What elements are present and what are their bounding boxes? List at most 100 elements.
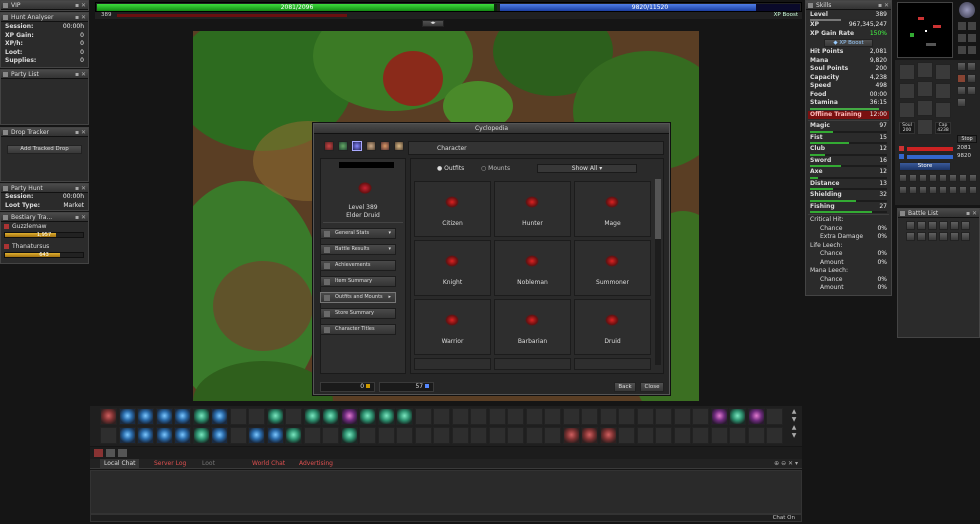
action-slot[interactable] (729, 427, 746, 444)
battle-filter-icon[interactable] (928, 221, 937, 230)
action-slot[interactable] (174, 408, 191, 425)
skills-control-icon[interactable] (899, 174, 907, 182)
battle-filter-icon[interactable] (917, 221, 926, 230)
armor-slot[interactable] (917, 81, 933, 97)
action-slot[interactable] (488, 427, 506, 444)
action-slot[interactable] (266, 408, 284, 425)
rewards-control-icon[interactable] (969, 186, 977, 194)
party-control-icon[interactable] (929, 174, 937, 182)
outfit-cell-druid[interactable]: Druid (574, 299, 651, 355)
action-slot[interactable] (285, 408, 302, 425)
floor-down-icon[interactable] (968, 34, 976, 42)
action-slot[interactable] (618, 408, 635, 425)
action-slot[interactable] (137, 408, 154, 425)
outfit-cell-partial[interactable] (494, 358, 571, 370)
action-slot[interactable] (729, 408, 746, 425)
outfit-cell-barbarian[interactable]: Barbarian (494, 299, 571, 355)
character-tab[interactable]: Character (408, 141, 664, 155)
action-slot[interactable] (303, 408, 321, 425)
action-slot[interactable] (414, 408, 432, 425)
items-tab-icon[interactable] (324, 141, 334, 151)
action-slot[interactable] (544, 408, 561, 425)
weapon-slot[interactable] (899, 83, 915, 99)
action-slot[interactable] (118, 427, 136, 444)
action-slot[interactable] (451, 427, 469, 444)
xp-boost-top-label[interactable]: XP Boost (774, 12, 798, 18)
action-slot[interactable] (192, 408, 210, 425)
action-slot[interactable] (581, 427, 598, 444)
close-icon[interactable]: ▪ ✕ (75, 213, 86, 222)
battle-filter-icon[interactable] (906, 232, 915, 241)
chat-on-button[interactable]: Chat On (773, 515, 795, 521)
help-control-icon[interactable] (959, 174, 967, 182)
action-slot[interactable] (562, 408, 580, 425)
action-slot[interactable] (433, 427, 450, 444)
action-slot[interactable] (766, 427, 783, 444)
chat-console[interactable] (90, 470, 802, 514)
battle-control-icon[interactable] (909, 174, 917, 182)
chat-tab-loot[interactable]: Loot (198, 459, 219, 468)
spells-control-icon[interactable] (939, 174, 947, 182)
action-bar-arrows[interactable]: ▲ ▼ ▲ ▼ (789, 408, 799, 442)
action-slot[interactable] (673, 408, 691, 425)
menu-achievements[interactable]: Achievements (320, 260, 396, 271)
action-slot[interactable] (211, 408, 228, 425)
action-slot[interactable] (470, 408, 487, 425)
chat-input[interactable]: Chat On (90, 514, 802, 522)
close-icon[interactable]: ▪ ✕ (878, 1, 889, 10)
action-slot[interactable] (766, 408, 783, 425)
action-slot[interactable] (710, 408, 728, 425)
close-icon[interactable]: ▪ ✕ (75, 184, 86, 193)
close-icon[interactable]: ▪ ✕ (75, 70, 86, 79)
action-slot[interactable] (488, 408, 506, 425)
action-slot[interactable] (229, 427, 247, 444)
action-slot[interactable] (155, 427, 173, 444)
defensive-mode-icon[interactable] (957, 86, 966, 95)
analytics-control-icon[interactable] (919, 186, 927, 194)
map-settings-icon[interactable] (968, 46, 976, 54)
outfits-scrollbar[interactable] (655, 179, 661, 365)
action-slot[interactable] (118, 408, 136, 425)
action-slot[interactable] (618, 427, 635, 444)
menu-outfits-and-mounts[interactable]: Outfits and Mounts ▸ (320, 292, 396, 303)
menu-battle-results[interactable]: Battle Results ▾ (320, 244, 396, 255)
action-slot[interactable] (285, 427, 302, 444)
battle-filter-icon[interactable] (917, 232, 926, 241)
battle-filter-icon[interactable] (961, 221, 970, 230)
center-icon[interactable] (958, 46, 966, 54)
battle-filter-icon[interactable] (961, 232, 970, 241)
zoom-out-icon[interactable] (968, 22, 976, 30)
action-slot[interactable] (710, 427, 728, 444)
chat-tab-world-chat[interactable]: World Chat (248, 459, 289, 468)
action-slot[interactable] (137, 427, 154, 444)
chat-tab-server-log[interactable]: Server Log (150, 459, 190, 468)
menu-item-summary[interactable]: Item Summary (320, 276, 396, 287)
action-slot[interactable] (655, 427, 672, 444)
compass-icon[interactable] (959, 2, 975, 18)
action-slot[interactable] (229, 408, 247, 425)
action-slot[interactable] (433, 408, 450, 425)
map-scroll-arrows[interactable]: ◂▸ (422, 20, 444, 27)
outfit-cell-partial[interactable] (414, 358, 491, 370)
menu-general-stats[interactable]: General Stats ▾ (320, 228, 396, 239)
action-slot[interactable] (747, 408, 765, 425)
action-slot[interactable] (692, 427, 709, 444)
bestiary-entry[interactable]: Thanatursus 643 (1, 242, 88, 262)
action-slot[interactable] (396, 408, 413, 425)
chat-option-icon[interactable] (118, 449, 127, 457)
action-slot[interactable] (414, 427, 432, 444)
market-control-icon[interactable] (929, 186, 937, 194)
chat-option-icon[interactable] (106, 449, 115, 457)
outfit-cell-mage[interactable]: Mage (574, 181, 651, 237)
outfit-cell-summoner[interactable]: Summoner (574, 240, 651, 296)
outfit-cell-warrior[interactable]: Warrior (414, 299, 491, 355)
action-slot[interactable] (507, 408, 524, 425)
hotkeys-control-icon[interactable] (909, 186, 917, 194)
action-slot[interactable] (192, 427, 210, 444)
close-button[interactable]: Close (640, 382, 664, 392)
battle-filter-icon[interactable] (950, 232, 959, 241)
zoom-in-icon[interactable] (958, 22, 966, 30)
ammo-slot[interactable] (935, 102, 951, 118)
map-tab-icon[interactable] (366, 141, 376, 151)
action-slot[interactable] (636, 427, 654, 444)
